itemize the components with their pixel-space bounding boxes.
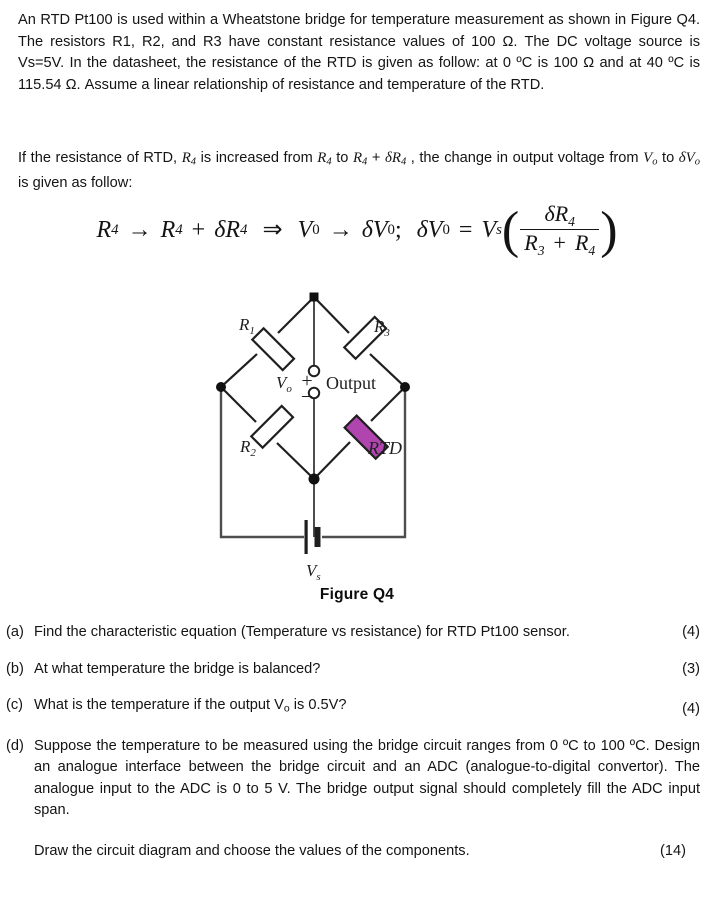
- symbol-delta-vo-sub: o: [694, 156, 701, 168]
- question-label-d: (d): [6, 737, 24, 754]
- question-text-c: What is the temperature if the output Vo…: [34, 695, 644, 720]
- question-marks-b: (3): [682, 660, 700, 677]
- question-item-d: (d) Suppose the temperature to be measur…: [0, 736, 714, 863]
- node-right: [400, 382, 410, 392]
- question-label-b: (b): [6, 660, 24, 677]
- eq-delta-v0-2: δV: [416, 217, 443, 244]
- eq-equals: =: [458, 217, 473, 244]
- eq-r4-1: R: [96, 217, 112, 244]
- eq-delta-v0-2-sub: 0: [442, 221, 450, 238]
- eq-plus-1: +: [191, 217, 206, 244]
- change-seg-6: to: [657, 150, 679, 166]
- eq-fraction: δR4 R3 + R4: [520, 203, 600, 259]
- eq-v0-1-sub: 0: [312, 221, 320, 238]
- wheatstone-bridge-diagram: R1 R3 R2 RTD Vo + – Output Vs: [216, 292, 410, 582]
- eq-delta-v0-1: δV: [361, 217, 388, 244]
- change-seg-3: to: [331, 150, 353, 166]
- question-body-b: At what temperature the bridge is balanc…: [34, 659, 658, 681]
- eq-delta-r4: δR: [214, 217, 241, 244]
- equation-row: R 4 → R 4 + δR 4 ⇒ V 0 → δV 0; δV 0 = Vs(δR4 R3 + R4): [96, 201, 618, 260]
- label-r1: R1: [238, 315, 255, 337]
- question-item-a: (a) Find the characteristic equation (Te…: [0, 622, 714, 644]
- eq-implies: ⇒: [262, 217, 283, 244]
- eq-den-r4: R: [574, 230, 589, 256]
- eq-fraction-numerator: δR4: [540, 203, 578, 229]
- label-rtd: RTD: [367, 438, 402, 458]
- question-label-a: (a): [6, 624, 24, 640]
- eq-arrow-1: →: [127, 217, 152, 244]
- eq-den-plus: +: [553, 230, 566, 256]
- question-marks-a: (4): [682, 624, 700, 640]
- change-seg-5: , the change in output voltage from: [406, 150, 644, 166]
- eq-arrow-2: →: [328, 217, 353, 244]
- question-text-c-pre: What is the temperature if the output V: [34, 697, 284, 714]
- eq-delta-r4-sub: 4: [240, 221, 248, 238]
- figure-q4: R1 R3 R2 RTD Vo + – Output Vs Figure Q4: [0, 282, 714, 612]
- question-list: (a) Find the characteristic equation (Te…: [0, 622, 714, 877]
- symbol-vo: V: [643, 150, 653, 166]
- eq-den-r3: R: [524, 230, 538, 256]
- question-text-d2: Draw the circuit diagram and choose the …: [34, 842, 470, 859]
- eq-semicolon: ;: [394, 217, 402, 244]
- node-top: [309, 292, 319, 302]
- symbol-delta-r4: δR: [384, 150, 401, 166]
- label-polarity-minus: –: [301, 384, 313, 406]
- change-seg-7: is given as follow:: [18, 175, 133, 192]
- symbol-r4-a: R: [181, 150, 191, 166]
- eq-num-delta-r: δR: [544, 201, 569, 226]
- change-seg-4: +: [367, 150, 385, 166]
- resistor-r2-symbol: [249, 404, 295, 450]
- question-body-d2: Draw the circuit diagram and choose the …: [34, 822, 644, 863]
- label-output: Output: [326, 373, 376, 393]
- change-paragraph: If the resistance of RTD, R4 is increase…: [18, 148, 700, 195]
- figure-caption: Figure Q4: [319, 586, 395, 603]
- eq-den-r4-sub: 4: [588, 243, 596, 259]
- change-seg-2: is increased from: [196, 150, 318, 166]
- node-bottom: [308, 473, 320, 485]
- label-vs: Vs: [306, 561, 321, 582]
- display-equation: R 4 → R 4 + δR 4 ⇒ V 0 → δV 0; δV 0 = Vs(δR4 R3 + R4): [0, 203, 714, 258]
- voltage-source-symbol: [304, 520, 321, 554]
- exam-question-page: An RTD Pt100 is used within a Wheatstone…: [0, 0, 714, 910]
- question-text-d: Suppose the temperature to be measured u…: [34, 737, 700, 819]
- symbol-delta-vo: δV: [678, 150, 695, 166]
- symbol-r4-c: R: [352, 150, 363, 166]
- node-left: [216, 382, 226, 392]
- question-item-b: (b) At what temperature the bridge is ba…: [0, 659, 714, 681]
- question-body-d: Suppose the temperature to be measured u…: [34, 736, 714, 863]
- eq-den-r3-sub: 3: [537, 243, 545, 259]
- question-marks-d: (14): [660, 842, 686, 859]
- question-text-b: At what temperature the bridge is balanc…: [34, 660, 321, 677]
- question-body-a: Find the characteristic equation (Temper…: [34, 622, 658, 644]
- eq-v0-1: V: [297, 217, 313, 244]
- label-vo: Vo: [276, 373, 292, 395]
- question-d-second-row: Draw the circuit diagram and choose the …: [34, 822, 700, 863]
- question-marks-c: (4): [682, 700, 700, 717]
- eq-fraction-denominator: R3 + R4: [520, 229, 600, 259]
- resistor-r1-symbol: [250, 326, 296, 372]
- eq-r4-2: R: [160, 217, 176, 244]
- eq-delta-v0-1-sub: 0: [387, 221, 395, 238]
- label-r3: R3: [373, 317, 390, 339]
- change-seg-1: If the resistance of RTD,: [18, 150, 182, 166]
- eq-r4-2-sub: 4: [175, 221, 183, 238]
- question-label-c: (c): [6, 697, 24, 714]
- eq-r4-1-sub: 4: [111, 221, 119, 238]
- eq-vs: V: [481, 217, 497, 244]
- question-item-c: (c) What is the temperature if the outpu…: [0, 695, 714, 720]
- intro-paragraph: An RTD Pt100 is used within a Wheatstone…: [18, 12, 700, 93]
- question-text-c-post: is 0.5V?: [289, 697, 347, 714]
- eq-num-delta-r-sub: 4: [568, 213, 575, 229]
- question-text-a: Find the characteristic equation (Temper…: [34, 624, 570, 640]
- question-body-c: What is the temperature if the output Vo…: [34, 695, 658, 720]
